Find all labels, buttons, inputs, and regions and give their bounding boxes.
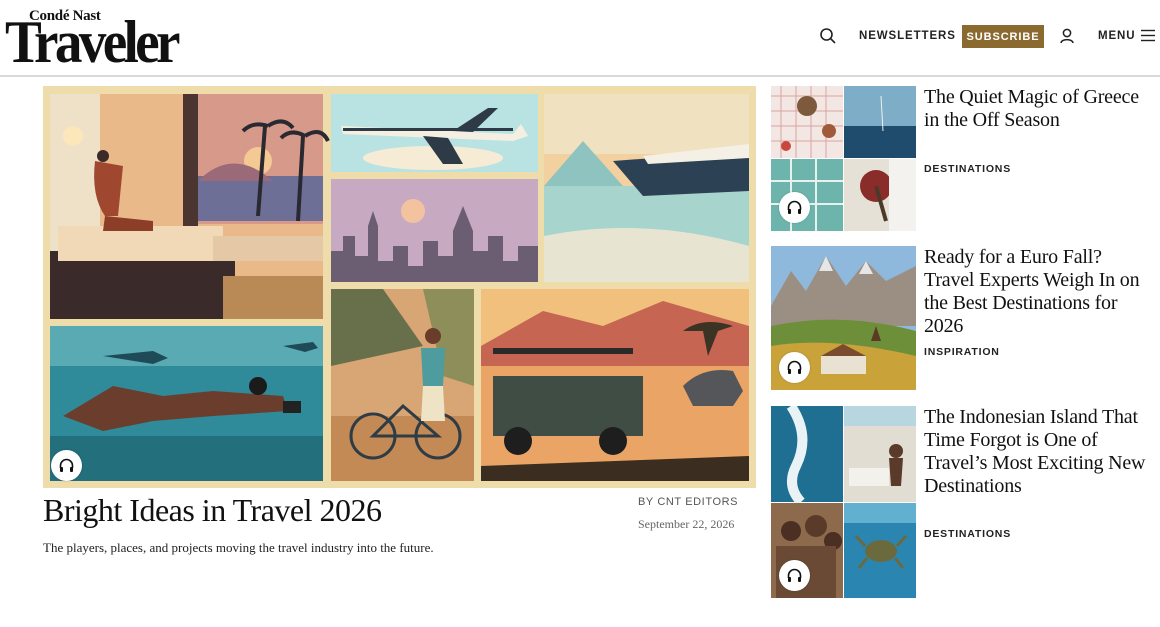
headphones-icon[interactable] xyxy=(779,560,810,591)
headphones-icon[interactable] xyxy=(779,352,810,383)
hero-dek: The players, places, and projects moving… xyxy=(43,540,434,555)
site-header: Condé Nast Traveler NEWSLETTERS SUBSCRIB… xyxy=(0,0,1160,77)
panel-airplane-illustration xyxy=(331,94,538,172)
headphones-icon[interactable] xyxy=(779,192,810,223)
conde-nast-traveler-logo[interactable]: Condé Nast Traveler xyxy=(5,8,180,72)
story-headline[interactable]: Ready for a Euro Fall? Travel Experts We… xyxy=(924,246,1154,338)
story-category-tag[interactable]: DESTINATIONS xyxy=(924,528,1011,540)
panel-ship-illustration xyxy=(544,94,749,282)
account-icon[interactable] xyxy=(1058,27,1076,45)
hero-illustration[interactable] xyxy=(43,86,756,488)
story-headline[interactable]: The Indonesian Island That Time Forgot i… xyxy=(924,406,1154,498)
panel-city-skyline-illustration xyxy=(331,179,538,282)
panel-diver-illustration xyxy=(50,326,323,481)
story-category-tag[interactable]: DESTINATIONS xyxy=(924,163,1011,175)
subscribe-button[interactable]: SUBSCRIBE xyxy=(962,25,1044,48)
newsletters-link[interactable]: NEWSLETTERS xyxy=(859,30,956,42)
hero-date: September 22, 2026 xyxy=(638,517,735,531)
panel-balcony-illustration xyxy=(50,94,330,319)
menu-button[interactable]: MENU xyxy=(1098,30,1135,42)
story-thumbnail-greece[interactable] xyxy=(771,86,916,231)
story-category-tag[interactable]: INSPIRATION xyxy=(924,346,1000,358)
hero-byline: BY CNT EDITORS xyxy=(638,496,739,508)
hero-headline[interactable]: Bright Ideas in Travel 2026 xyxy=(43,492,382,529)
story-thumbnail-indonesian-island[interactable] xyxy=(771,406,916,598)
logo-traveler-text: Traveler xyxy=(5,9,180,75)
story-thumbnail-euro-fall[interactable] xyxy=(771,246,916,390)
headphones-icon[interactable] xyxy=(51,450,82,481)
panel-safari-illustration xyxy=(481,289,749,481)
hamburger-menu-icon[interactable] xyxy=(1141,29,1155,42)
panel-cyclist-illustration xyxy=(331,289,474,481)
search-icon[interactable] xyxy=(818,26,838,46)
story-headline[interactable]: The Quiet Magic of Greece in the Off Sea… xyxy=(924,86,1154,132)
